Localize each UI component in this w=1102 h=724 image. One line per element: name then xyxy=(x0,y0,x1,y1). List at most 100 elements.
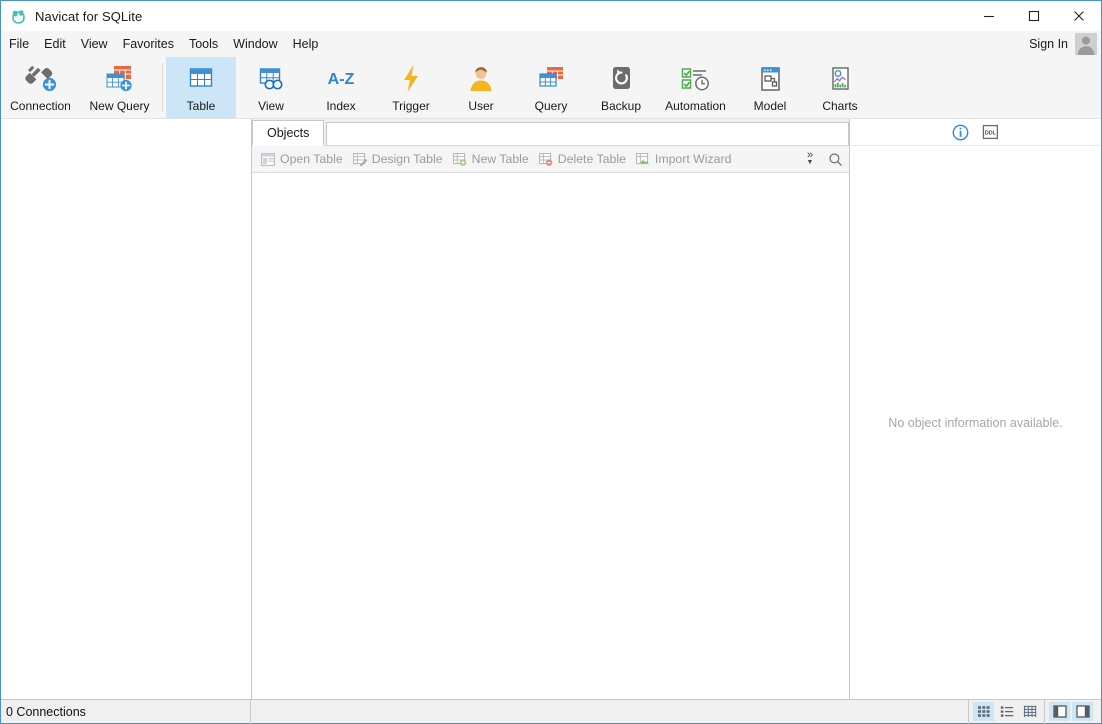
menu-item-view[interactable]: View xyxy=(74,35,115,54)
toolbar-label-query: Query xyxy=(534,99,568,113)
grid-view-button[interactable] xyxy=(973,702,994,721)
toolbar-label-view: View xyxy=(258,99,284,113)
right-panel-toggle-button[interactable] xyxy=(1072,702,1093,721)
search-button[interactable] xyxy=(821,152,849,167)
menu-item-tools[interactable]: Tools xyxy=(182,35,225,54)
toolbar-button-connection[interactable]: Connection xyxy=(1,57,80,118)
toolbar-label-charts: Charts xyxy=(822,99,858,113)
toolbar-label-table: Table xyxy=(186,99,216,113)
avatar[interactable] xyxy=(1075,33,1097,55)
toolbar-label-index: Index xyxy=(326,99,356,113)
open-table-button[interactable]: Open Table xyxy=(256,150,348,168)
trigger-icon xyxy=(397,63,425,95)
main-toolbar: Connection New Query Table View A-Z Inde… xyxy=(1,57,1101,119)
svg-text:A-Z: A-Z xyxy=(328,71,355,88)
toolbar-button-new-query[interactable]: New Query xyxy=(80,57,159,118)
grid-view-icon xyxy=(977,705,991,718)
close-button[interactable] xyxy=(1056,1,1101,31)
search-icon xyxy=(828,152,843,167)
design-table-button[interactable]: Design Table xyxy=(348,150,448,168)
connection-tree-pane[interactable] xyxy=(1,119,252,699)
tab-strip-filler xyxy=(326,122,849,145)
chevron-down-icon: ▼ xyxy=(806,159,814,166)
minimize-button[interactable] xyxy=(966,1,1011,31)
query-icon xyxy=(534,63,568,95)
toolbar-button-backup[interactable]: Backup xyxy=(586,57,656,118)
menu-item-edit[interactable]: Edit xyxy=(37,35,73,54)
info-empty-message: No object information available. xyxy=(888,415,1063,430)
left-panel-toggle-button[interactable] xyxy=(1049,702,1070,721)
objects-pane: Objects Open Table Design Table New Tabl… xyxy=(252,119,850,699)
toolbar-label-connection: Connection xyxy=(10,99,71,113)
toolbar-button-automation[interactable]: Automation xyxy=(656,57,735,118)
right-panel-toggle-icon xyxy=(1075,705,1090,718)
info-pane-toolbar: DDL xyxy=(850,119,1101,146)
model-icon xyxy=(755,63,785,95)
toolbar-label-user: User xyxy=(468,99,494,113)
maximize-button[interactable] xyxy=(1011,1,1056,31)
toolbar-label-backup: Backup xyxy=(600,99,642,113)
menu-item-help[interactable]: Help xyxy=(286,35,326,54)
charts-icon xyxy=(825,63,855,95)
toolbar-group-connection: Connection New Query xyxy=(1,57,159,118)
info-pane: DDL No object information available. xyxy=(850,119,1101,699)
sign-in-button[interactable]: Sign In xyxy=(1029,37,1075,51)
toolbar-separator xyxy=(162,63,163,112)
window-title: Navicat for SQLite xyxy=(35,8,143,24)
info-icon[interactable] xyxy=(951,122,971,142)
object-toolbar: Open Table Design Table New Table Delete… xyxy=(252,146,849,173)
window-controls xyxy=(966,1,1101,31)
toolbar-label-new-query: New Query xyxy=(89,99,150,113)
object-list[interactable] xyxy=(252,173,849,699)
toolbar-button-table[interactable]: Table xyxy=(166,57,236,118)
automation-icon xyxy=(677,63,715,95)
toolbar-button-user[interactable]: User xyxy=(446,57,516,118)
panel-toggle-group xyxy=(1044,699,1097,724)
view-mode-group xyxy=(968,699,1044,724)
delete-table-button[interactable]: Delete Table xyxy=(534,150,631,168)
open-table-icon xyxy=(261,152,275,166)
menu-item-window[interactable]: Window xyxy=(226,35,284,54)
status-bar: 0 Connections xyxy=(1,699,1101,724)
navicat-window: Navicat for SQLite File Edit View Favori… xyxy=(0,0,1102,724)
delete-table-icon xyxy=(538,152,553,166)
toolbar-button-model[interactable]: Model xyxy=(735,57,805,118)
index-icon: A-Z xyxy=(320,63,362,95)
user-icon xyxy=(466,63,496,95)
navicat-logo-icon xyxy=(10,8,27,25)
import-wizard-button[interactable]: Import Wizard xyxy=(631,150,737,168)
toolbar-button-query[interactable]: Query xyxy=(516,57,586,118)
list-view-button[interactable] xyxy=(996,702,1017,721)
menu-item-file[interactable]: File xyxy=(2,35,36,54)
tab-objects[interactable]: Objects xyxy=(252,120,325,146)
overflow-chevrons-icon: » xyxy=(806,149,814,161)
new-table-button[interactable]: New Table xyxy=(448,150,534,168)
connection-icon xyxy=(23,63,59,95)
new-table-label: New Table xyxy=(471,152,529,166)
toolbar-button-trigger[interactable]: Trigger xyxy=(376,57,446,118)
toolbar-label-trigger: Trigger xyxy=(392,99,430,113)
import-wizard-label: Import Wizard xyxy=(654,152,732,166)
menu-bar: File Edit View Favorites Tools Window He… xyxy=(1,31,1101,57)
toolbar-button-charts[interactable]: Charts xyxy=(805,57,875,118)
tab-strip: Objects xyxy=(252,119,849,146)
left-panel-toggle-icon xyxy=(1052,705,1067,718)
svg-text:DDL: DDL xyxy=(985,130,997,136)
menu-item-favorites[interactable]: Favorites xyxy=(116,35,181,54)
import-wizard-icon xyxy=(636,152,650,166)
new-table-icon xyxy=(452,152,467,166)
ddl-icon[interactable]: DDL xyxy=(981,122,1001,142)
delete-table-label: Delete Table xyxy=(557,152,626,166)
open-table-label: Open Table xyxy=(280,152,343,166)
toolbar-label-automation: Automation xyxy=(665,99,726,113)
toolbar-button-index[interactable]: A-Z Index xyxy=(306,57,376,118)
status-connections: 0 Connections xyxy=(1,699,251,724)
toolbar-label-model: Model xyxy=(753,99,787,113)
detail-view-icon xyxy=(1023,705,1037,718)
toolbar-overflow-button[interactable]: » ▼ xyxy=(799,149,821,167)
table-icon xyxy=(184,63,218,95)
toolbar-button-view[interactable]: View xyxy=(236,57,306,118)
signin-area: Sign In xyxy=(1029,31,1101,57)
list-view-icon xyxy=(1000,705,1014,718)
detail-view-button[interactable] xyxy=(1019,702,1040,721)
